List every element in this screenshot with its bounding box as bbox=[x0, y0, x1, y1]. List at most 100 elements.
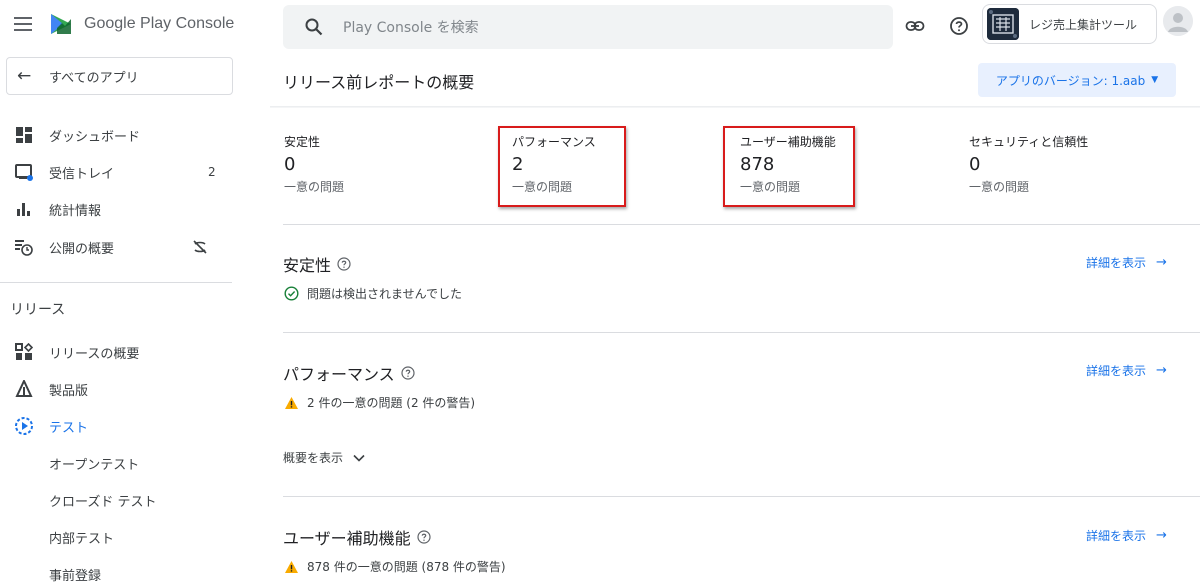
section-title-text: ユーザー補助機能 bbox=[283, 529, 411, 548]
inbox-icon bbox=[14, 162, 34, 182]
production-icon bbox=[14, 379, 34, 399]
metric-value: 0 bbox=[969, 154, 981, 175]
sidebar-item-label: 受信トレイ bbox=[49, 166, 115, 182]
section-divider bbox=[283, 496, 1200, 497]
sidebar-item-inbox[interactable]: 受信トレイ 2 bbox=[0, 154, 245, 190]
view-details-label: 詳細を表示 bbox=[1086, 529, 1147, 543]
sidebar-item-testing[interactable]: テスト bbox=[0, 408, 245, 444]
app-version-dropdown[interactable]: アプリのバージョン: 1.aab ▼ bbox=[978, 63, 1176, 97]
status-line-stability: 問題は検出されませんでした bbox=[284, 285, 462, 302]
section-title-stability: 安定性 bbox=[283, 252, 351, 276]
sidebar-item-open-testing[interactable]: オープンテスト bbox=[0, 445, 245, 481]
publishing-schedule-icon bbox=[14, 237, 34, 257]
app-version-label: アプリのバージョン: 1.aab bbox=[995, 73, 1146, 88]
page-title: リリース前レポートの概要 bbox=[283, 73, 475, 92]
search-bar[interactable]: Play Console を検索 bbox=[283, 5, 893, 49]
help-outline-icon[interactable] bbox=[417, 530, 431, 544]
show-summary-label: 概要を表示 bbox=[283, 451, 344, 465]
section-divider bbox=[283, 224, 1200, 225]
section-title-performance: パフォーマンス bbox=[283, 361, 415, 385]
status-line-accessibility: 878 件の一意の問題 (878 件の警告) bbox=[284, 558, 506, 575]
sidebar-item-dashboard[interactable]: ダッシュボード bbox=[0, 117, 245, 153]
brand-name: Google Play Console bbox=[84, 15, 234, 33]
app-name: レジ売上集計ツール bbox=[1029, 17, 1138, 32]
sidebar-item-label: オープンテスト bbox=[49, 457, 140, 473]
sidebar-item-label: ダッシュボード bbox=[49, 129, 141, 145]
metric-security: セキュリティと信頼性 0 一意の問題 bbox=[969, 133, 1169, 195]
brand-google-play: Google Play bbox=[84, 15, 172, 32]
section-title-text: パフォーマンス bbox=[283, 365, 395, 384]
brand-console: Console bbox=[175, 15, 235, 32]
account-avatar[interactable] bbox=[1163, 6, 1193, 36]
status-text: 問題は検出されませんでした bbox=[307, 287, 463, 301]
status-line-performance: 2 件の一意の問題 (2 件の警告) bbox=[284, 394, 475, 411]
arrow-forward-icon: → bbox=[1156, 528, 1167, 543]
arrow-forward-icon: → bbox=[1156, 255, 1167, 270]
brand-bar: Google Play Console bbox=[0, 0, 245, 52]
view-details-link-performance[interactable]: 詳細を表示 → bbox=[1086, 362, 1167, 379]
section-divider bbox=[283, 332, 1200, 333]
sidebar-item-label: 公開の概要 bbox=[49, 241, 115, 257]
arrow-forward-icon: → bbox=[1156, 363, 1167, 378]
help-outline-icon[interactable] bbox=[401, 366, 415, 380]
highlight-box-performance bbox=[498, 126, 626, 207]
testing-icon bbox=[14, 416, 34, 436]
arrow-back-icon: ← bbox=[17, 66, 32, 86]
metric-value: 0 bbox=[284, 154, 296, 175]
help-outline-icon[interactable] bbox=[337, 257, 351, 271]
release-overview-icon bbox=[14, 342, 34, 362]
sidebar-item-label: 統計情報 bbox=[49, 203, 102, 219]
sidebar-item-internal-testing[interactable]: 内部テスト bbox=[0, 519, 245, 555]
sidebar-item-label: 製品版 bbox=[49, 383, 89, 399]
chevron-down-icon bbox=[353, 454, 365, 462]
app-icon bbox=[987, 8, 1019, 40]
view-details-label: 詳細を表示 bbox=[1086, 256, 1147, 270]
sidebar-item-label: クローズド テスト bbox=[49, 494, 157, 510]
view-details-label: 詳細を表示 bbox=[1086, 364, 1147, 378]
metric-label: 安定性 bbox=[284, 135, 321, 149]
sidebar-item-production[interactable]: 製品版 bbox=[0, 371, 245, 407]
sidebar-item-label: 内部テスト bbox=[49, 531, 115, 547]
metric-sublabel: 一意の問題 bbox=[969, 180, 1030, 194]
sidebar-item-statistics[interactable]: 統計情報 bbox=[0, 191, 245, 227]
sidebar-item-release-overview[interactable]: リリースの概要 bbox=[0, 334, 245, 370]
all-apps-button[interactable]: ← すべてのアプリ bbox=[6, 57, 233, 95]
caret-down-icon: ▼ bbox=[1151, 75, 1159, 85]
highlight-box-accessibility bbox=[723, 126, 855, 207]
header-divider bbox=[270, 106, 1200, 108]
app-selector[interactable]: レジ売上集計ツール bbox=[982, 4, 1157, 44]
metric-label: セキュリティと信頼性 bbox=[969, 135, 1089, 149]
status-text: 2 件の一意の問題 (2 件の警告) bbox=[307, 396, 476, 410]
link-icon[interactable] bbox=[903, 14, 927, 38]
view-details-link-stability[interactable]: 詳細を表示 → bbox=[1086, 254, 1167, 271]
view-details-link-accessibility[interactable]: 詳細を表示 → bbox=[1086, 527, 1167, 544]
sidebar-item-closed-testing[interactable]: クローズド テスト bbox=[0, 482, 245, 518]
metric-sublabel: 一意の問題 bbox=[284, 180, 345, 194]
show-summary-toggle[interactable]: 概要を表示 bbox=[283, 449, 365, 466]
bar-chart-icon bbox=[14, 199, 34, 219]
sidebar-divider bbox=[0, 282, 232, 283]
sidebar-item-publishing-overview[interactable]: 公開の概要 bbox=[0, 229, 245, 265]
search-placeholder: Play Console を検索 bbox=[343, 20, 479, 36]
sidebar-item-preregistration[interactable]: 事前登録 bbox=[0, 556, 245, 585]
sidebar: Google Play Console ← すべてのアプリ ダッシュボード 受信… bbox=[0, 0, 245, 585]
metric-stability: 安定性 0 一意の問題 bbox=[284, 133, 484, 195]
section-title-text: 安定性 bbox=[283, 256, 332, 275]
sidebar-section-release: リリース bbox=[10, 302, 66, 318]
managed-publishing-off-icon bbox=[190, 237, 210, 257]
sidebar-item-label: テスト bbox=[49, 420, 89, 436]
status-text: 878 件の一意の問題 (878 件の警告) bbox=[307, 560, 506, 574]
sidebar-item-label: リリースの概要 bbox=[49, 346, 140, 362]
all-apps-label: すべてのアプリ bbox=[49, 70, 139, 86]
dashboard-icon bbox=[14, 125, 34, 145]
play-console-logo bbox=[51, 14, 71, 34]
sidebar-item-label: 事前登録 bbox=[49, 568, 102, 584]
warning-icon bbox=[284, 395, 299, 410]
check-circle-icon bbox=[284, 286, 299, 301]
inbox-count-badge: 2 bbox=[208, 165, 216, 179]
section-title-accessibility: ユーザー補助機能 bbox=[283, 525, 431, 549]
warning-icon bbox=[284, 559, 299, 574]
search-icon bbox=[305, 18, 323, 36]
help-icon[interactable] bbox=[947, 14, 971, 38]
menu-icon[interactable] bbox=[14, 17, 32, 31]
